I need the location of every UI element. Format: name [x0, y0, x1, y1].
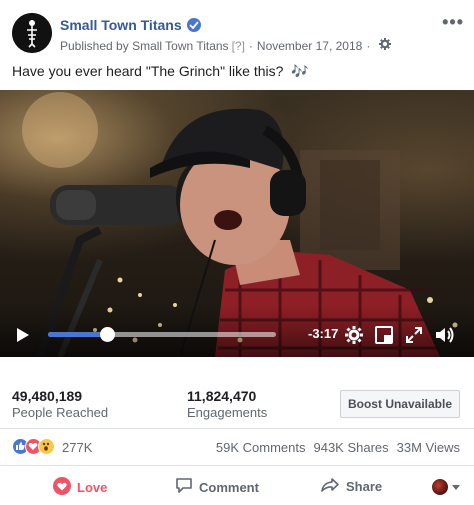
video-progress-fill: [48, 332, 108, 337]
play-icon[interactable]: [16, 327, 30, 343]
wow-reaction-icon: [38, 438, 55, 455]
picture-in-picture-icon[interactable]: [374, 325, 394, 345]
share-arrow-icon: [320, 477, 340, 496]
settings-icon[interactable]: [344, 325, 364, 345]
post-date[interactable]: November 17, 2018: [257, 39, 362, 53]
published-line: Published by Small Town Titans [?] · Nov…: [60, 38, 392, 53]
engagements-label: Engagements: [187, 405, 268, 420]
caret-down-icon: [452, 478, 460, 496]
love-button-label: Love: [77, 480, 108, 495]
separator-dot: ·: [366, 38, 371, 53]
facebook-post-card: Small Town Titans Published by Small Tow…: [0, 0, 474, 505]
page-name-link[interactable]: Small Town Titans: [60, 17, 201, 33]
reactions-bar: 277K 59K Comments 943K Shares 33M Views: [0, 429, 474, 466]
reaction-icons[interactable]: [12, 438, 55, 455]
post-actions: Love Comment Share: [0, 466, 474, 505]
boost-unavailable-button[interactable]: Boost Unavailable: [340, 390, 460, 418]
post-insights: 49,480,189 People Reached 11,824,470 Eng…: [0, 357, 474, 429]
more-options-button[interactable]: •••: [442, 12, 464, 33]
music-notes-emoji: 🎶: [291, 63, 309, 79]
published-page-link[interactable]: Small Town Titans: [132, 39, 229, 53]
share-button[interactable]: Share: [320, 477, 382, 496]
verified-check-icon: [186, 18, 201, 32]
comment-button-label: Comment: [199, 479, 259, 495]
views-count: 33M Views: [396, 440, 460, 455]
heart-icon: [53, 477, 71, 498]
comment-button[interactable]: Comment: [175, 477, 259, 497]
volume-icon[interactable]: [434, 325, 454, 345]
comments-count-link[interactable]: 59K Comments: [216, 440, 306, 455]
gear-icon[interactable]: [379, 38, 392, 53]
published-help-link[interactable]: [?]: [232, 39, 245, 53]
interact-as-selector[interactable]: [432, 478, 460, 496]
engagement-counts: 59K Comments 943K Shares 33M Views: [216, 440, 460, 455]
video-player[interactable]: -3:17: [0, 90, 474, 357]
share-button-label: Share: [346, 479, 383, 494]
time-remaining: -3:17: [308, 326, 339, 341]
people-reached-value: 49,480,189: [12, 388, 83, 404]
caption-text: Have you ever heard "The Grinch" like th…: [12, 63, 284, 79]
shares-count-link[interactable]: 943K Shares: [313, 440, 388, 455]
video-progress-bar[interactable]: [48, 327, 276, 342]
avatar: [432, 479, 448, 495]
love-button[interactable]: Love: [53, 477, 107, 498]
people-reached-label: People Reached: [12, 405, 109, 420]
separator-dot: ·: [248, 38, 253, 53]
page-avatar[interactable]: [12, 13, 52, 53]
fullscreen-icon[interactable]: [404, 325, 424, 345]
engagements-value: 11,824,470: [187, 388, 257, 404]
published-prefix: Published by: [60, 38, 129, 53]
comment-bubble-icon: [175, 477, 193, 497]
page-name-text[interactable]: Small Town Titans: [60, 17, 182, 33]
reaction-count[interactable]: 277K: [62, 440, 92, 455]
post-caption: Have you ever heard "The Grinch" like th…: [12, 63, 309, 80]
